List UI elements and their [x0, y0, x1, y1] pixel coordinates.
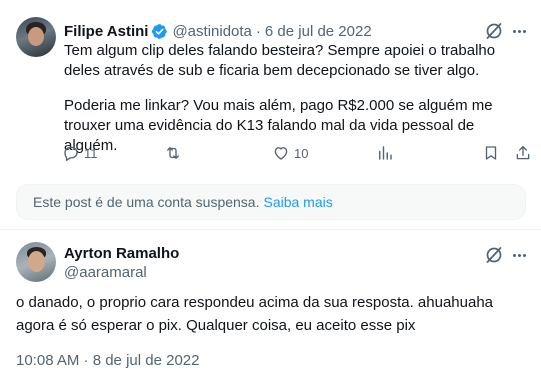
bookmark-button[interactable] — [482, 142, 500, 164]
grok-icon[interactable] — [484, 21, 504, 41]
tweet-date[interactable]: 6 de jul de 2022 — [265, 23, 372, 40]
views-icon — [379, 146, 392, 160]
learn-more-link[interactable]: Saiba mais — [263, 194, 332, 210]
like-button[interactable]: 10 — [272, 142, 308, 164]
like-icon — [274, 147, 288, 160]
separator-dot: · — [255, 22, 261, 40]
tweet-text-paragraph-1: Tem algum clip deles falando besteira? S… — [64, 42, 496, 79]
retweet-button[interactable] — [164, 142, 182, 164]
author-handle[interactable]: @astinidota — [172, 23, 251, 40]
more-icon[interactable] — [509, 21, 529, 41]
notice-text: Este post é de uma conta suspensa. — [33, 194, 260, 210]
reply-count: 11 — [84, 145, 98, 161]
reply-author-name[interactable]: Ayrton Ramalho — [64, 245, 179, 262]
like-count: 10 — [294, 145, 309, 161]
share-icon — [516, 145, 530, 160]
reply-timestamp[interactable]: 10:08 AM · 8 de jul de 2022 — [16, 352, 199, 369]
grok-icon[interactable] — [484, 245, 504, 265]
avatar[interactable] — [16, 17, 56, 57]
tweet-header: Filipe Astini @astinidota · 6 de jul de … — [64, 21, 372, 41]
bookmark-icon — [485, 146, 497, 160]
reply-avatar[interactable] — [16, 242, 56, 282]
reply-icon — [64, 146, 78, 162]
reply-button[interactable]: 11 — [62, 142, 98, 164]
more-icon[interactable] — [509, 245, 529, 265]
views-button[interactable] — [376, 142, 394, 164]
author-name[interactable]: Filipe Astini — [64, 23, 148, 40]
suspended-account-notice: Este post é de uma conta suspensa. Saiba… — [16, 184, 526, 220]
reply-author-handle[interactable]: @aaramaral — [64, 264, 147, 281]
share-button[interactable] — [514, 142, 532, 164]
retweet-icon — [167, 147, 179, 159]
verified-badge-icon — [152, 23, 168, 39]
reply-text: o danado, o proprio cara respondeu acima… — [16, 294, 494, 334]
divider — [0, 229, 541, 230]
quoted-tweet[interactable]: Filipe Astini @astinidota · 6 de jul de … — [0, 0, 541, 175]
action-bar: 11 10 — [56, 142, 532, 164]
